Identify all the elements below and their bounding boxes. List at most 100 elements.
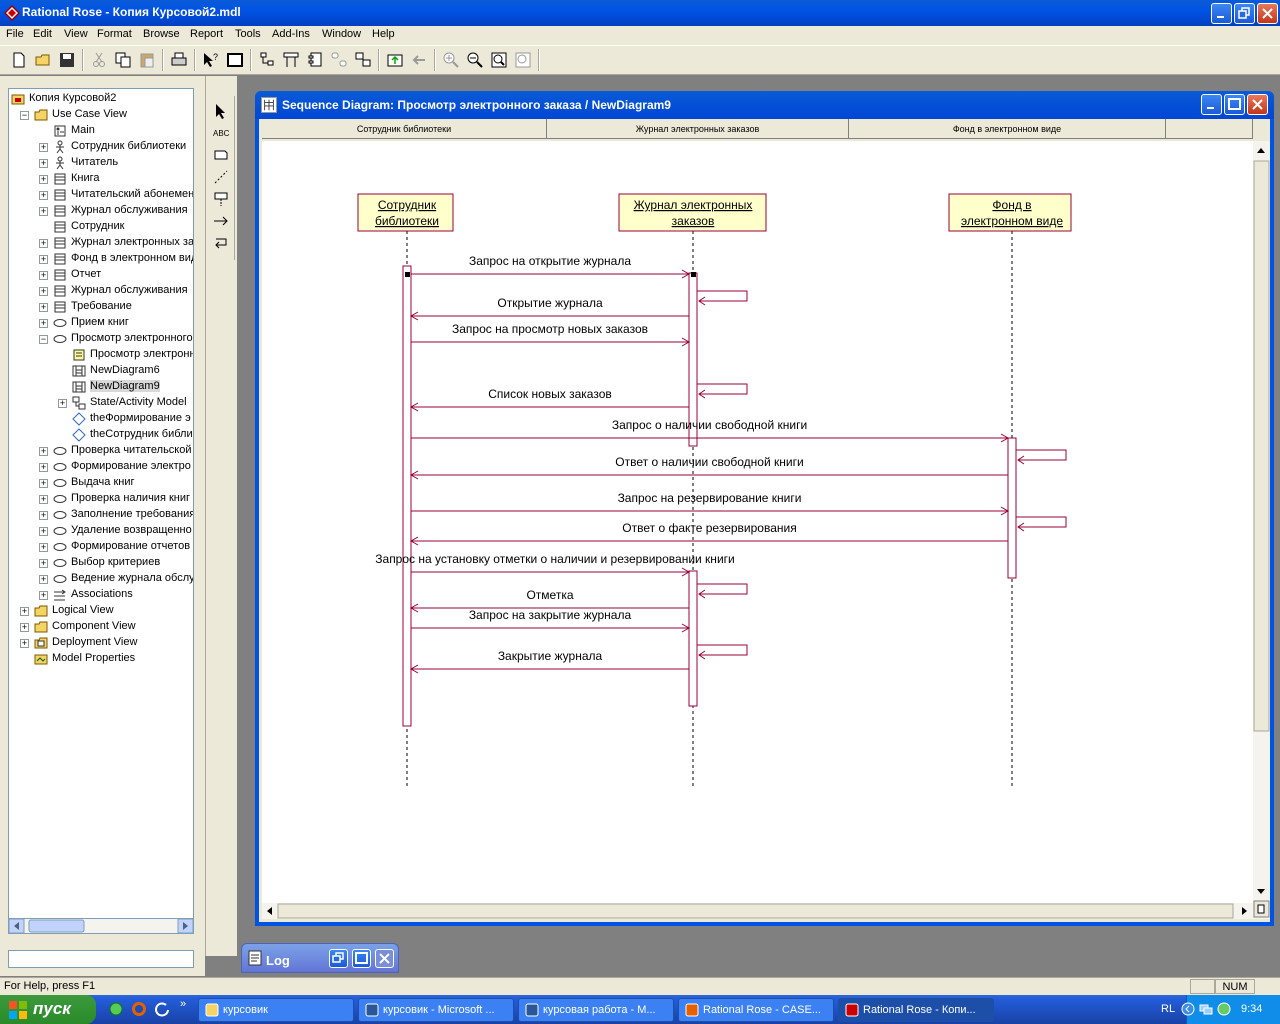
expand-icon[interactable]: + [39, 143, 48, 152]
expand-icon[interactable]: + [39, 591, 48, 600]
expand-icon[interactable]: + [20, 607, 29, 616]
tree-item[interactable]: + Журнал обслуживания [9, 283, 193, 299]
tree-item[interactable]: + Проверка наличия книг [9, 491, 193, 507]
quicklaunch-overflow-icon[interactable]: » [180, 998, 186, 1010]
tree-item[interactable]: + Журнал обслуживания [9, 203, 193, 219]
expand-icon[interactable]: + [39, 559, 48, 568]
expand-icon[interactable]: + [20, 623, 29, 632]
tree-item[interactable]: + Ведение журнала обслу [9, 571, 193, 587]
tree-item[interactable]: theФормирование э [9, 411, 193, 427]
diagram-horizontal-scrollbar[interactable] [262, 903, 1253, 919]
expand-icon[interactable]: + [39, 511, 48, 520]
expand-icon[interactable]: + [39, 447, 48, 456]
firefox-icon[interactable] [131, 1001, 147, 1017]
diagram-close-button[interactable] [1247, 94, 1268, 115]
log-window-minimized[interactable]: Log [241, 943, 399, 973]
taskbar-button[interactable]: Rational Rose - CASE... [678, 998, 834, 1022]
tree-item[interactable]: + Выдача книг [9, 475, 193, 491]
tree-item[interactable]: + Component View [9, 619, 193, 635]
tree-item[interactable]: + Выбор критериев [9, 555, 193, 571]
object-tool-icon[interactable] [212, 190, 230, 208]
menu-add-ins[interactable]: Add-Ins [272, 28, 310, 40]
security-icon[interactable] [1217, 1002, 1231, 1016]
tree-item[interactable]: Сотрудник [9, 219, 193, 235]
menu-help[interactable]: Help [372, 28, 395, 40]
browser-horizontal-scrollbar[interactable] [8, 918, 194, 934]
diagram-vertical-scrollbar[interactable] [1253, 141, 1270, 919]
tree-item[interactable]: + Удаление возвращенно [9, 523, 193, 539]
tree-item[interactable]: + Формирование отчетов [9, 539, 193, 555]
note-tool-icon[interactable] [212, 146, 230, 164]
tree-item[interactable]: Копия Курсовой2 [9, 91, 193, 107]
tree-item[interactable]: Model Properties [9, 651, 193, 667]
object-message-tool-icon[interactable] [212, 212, 230, 230]
expand-icon[interactable]: + [39, 255, 48, 264]
tree-item[interactable]: + Logical View [9, 603, 193, 619]
selection-tool-icon[interactable] [212, 102, 230, 120]
taskbar-button[interactable]: Rational Rose - Копи... [838, 998, 994, 1022]
copy-icon[interactable] [114, 51, 132, 69]
zoom-in-icon[interactable] [442, 51, 460, 69]
log-maximize-button[interactable] [352, 949, 371, 968]
menu-format[interactable]: Format [97, 28, 132, 40]
tree-item[interactable]: + Отчет [9, 267, 193, 283]
browse-state-diagram-icon[interactable] [330, 51, 348, 69]
expand-icon[interactable]: + [39, 175, 48, 184]
context-help-icon[interactable]: ? [202, 51, 220, 69]
collapse-icon[interactable]: − [39, 335, 48, 344]
expand-icon[interactable]: + [39, 191, 48, 200]
expand-icon[interactable]: + [39, 575, 48, 584]
browse-interaction-diagram-icon[interactable] [282, 51, 300, 69]
tree-item[interactable]: + Заполнение требования [9, 507, 193, 523]
expand-icon[interactable]: + [58, 399, 67, 408]
browse-previous-icon[interactable] [410, 51, 428, 69]
paste-icon[interactable] [138, 51, 156, 69]
taskbar-button[interactable]: курсовик - Microsoft ... [358, 998, 514, 1022]
quicklaunch-icon[interactable] [108, 1001, 124, 1017]
tree-item[interactable]: + State/Activity Model [9, 395, 193, 411]
tree-item[interactable]: + Читательский абонемент [9, 187, 193, 203]
tree-item[interactable]: + Книга [9, 171, 193, 187]
expand-icon[interactable]: + [39, 271, 48, 280]
anchor-note-tool-icon[interactable] [212, 168, 230, 186]
menu-window[interactable]: Window [322, 28, 361, 40]
expand-icon[interactable]: + [39, 463, 48, 472]
open-folder-icon[interactable] [34, 51, 52, 69]
model-browser-tree[interactable]: Копия Курсовой2− Use Case View Main + Сотруд… [8, 88, 194, 934]
zoom-out-icon[interactable] [466, 51, 484, 69]
collapse-icon[interactable]: − [20, 111, 29, 120]
taskbar-button[interactable]: курсовая работа - M... [518, 998, 674, 1022]
expand-icon[interactable]: + [39, 207, 48, 216]
browse-class-diagram-icon[interactable] [258, 51, 276, 69]
diagram-maximize-button[interactable] [1224, 94, 1245, 115]
print-icon[interactable] [170, 51, 188, 69]
browse-parent-icon[interactable] [386, 51, 404, 69]
tree-item[interactable]: + Deployment View [9, 635, 193, 651]
expand-icon[interactable]: + [39, 543, 48, 552]
menu-edit[interactable]: Edit [33, 28, 52, 40]
menu-browse[interactable]: Browse [143, 28, 180, 40]
message-to-self-tool-icon[interactable] [212, 234, 230, 252]
tree-item[interactable]: + Требование [9, 299, 193, 315]
expand-icon[interactable]: + [20, 639, 29, 648]
tree-item[interactable]: theСотрудник библи [9, 427, 193, 443]
minimize-button[interactable] [1211, 3, 1232, 24]
expand-icon[interactable]: + [39, 303, 48, 312]
tree-item[interactable]: + Журнал электронных заказов [9, 235, 193, 251]
expand-icon[interactable]: + [39, 319, 48, 328]
expand-icon[interactable]: + [39, 239, 48, 248]
tree-item[interactable]: Просмотр электронного [9, 347, 193, 363]
language-indicator[interactable]: RL [1161, 1003, 1175, 1015]
tree-item[interactable]: + Associations [9, 587, 193, 603]
tree-item[interactable]: + Прием книг [9, 315, 193, 331]
expand-icon[interactable]: + [39, 159, 48, 168]
cut-icon[interactable] [90, 51, 108, 69]
fit-in-window-icon[interactable] [490, 51, 508, 69]
expand-icon[interactable]: + [39, 527, 48, 536]
menu-view[interactable]: View [64, 28, 88, 40]
tree-item[interactable]: + Проверка читательской [9, 443, 193, 459]
log-restore-button[interactable] [329, 949, 348, 968]
menu-file[interactable]: File [6, 28, 24, 40]
diagram-minimize-button[interactable] [1201, 94, 1222, 115]
undo-fit-icon[interactable] [514, 51, 532, 69]
